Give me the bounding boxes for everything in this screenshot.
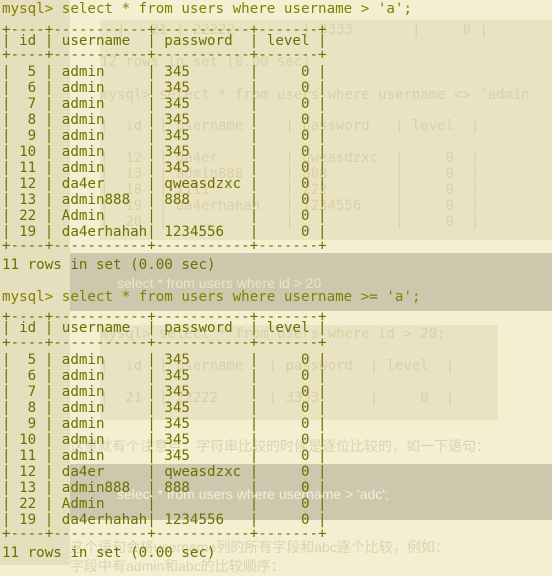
table-row: | 8 | admin | 345 | 0 | bbox=[2, 400, 327, 416]
result-footer-2: 11 rows in set (0.00 sec) bbox=[2, 545, 216, 561]
table-header: | id | username | password | level | bbox=[2, 320, 327, 336]
table-row: | 8 | admin | 345 | 0 | bbox=[2, 112, 327, 128]
table-row: | 13 | admin888 | 888 | 0 | bbox=[2, 480, 327, 496]
table-row: | 12 | da4er | qweasdzxc | 0 | bbox=[2, 176, 327, 192]
table-row: | 10 | admin | 345 | 0 | bbox=[2, 432, 327, 448]
table-row: | 11 | admin | 345 | 0 | bbox=[2, 160, 327, 176]
table-row: | 5 | admin | 345 | 0 | bbox=[2, 64, 327, 80]
table-row: | 22 | Admin | | 0 | bbox=[2, 208, 327, 224]
query-prompt-2: mysql> select * from users where usernam… bbox=[2, 289, 421, 305]
table-border: +----+-----------+-----------+-------+ bbox=[2, 47, 327, 63]
table-row: | 22 | Admin | | 0 | bbox=[2, 496, 327, 512]
table-row: | 10 | admin | 345 | 0 | bbox=[2, 144, 327, 160]
table-row: | 9 | admin | 345 | 0 | bbox=[2, 128, 327, 144]
table-row: | 6 | admin | 345 | 0 | bbox=[2, 80, 327, 96]
table-border: +----+-----------+-----------+-------+ bbox=[2, 526, 327, 542]
table-border: +----+-----------+-----------+-------+ bbox=[2, 335, 327, 351]
table-row: | 9 | admin | 345 | 0 | bbox=[2, 416, 327, 432]
table-row: | 13 | admin888 | 888 | 0 | bbox=[2, 192, 327, 208]
table-row: | 5 | admin | 345 | 0 | bbox=[2, 352, 327, 368]
table-row: | 7 | admin | 345 | 0 | bbox=[2, 384, 327, 400]
table-border: +----+-----------+-----------+-------+ bbox=[2, 238, 327, 254]
query-prompt-1: mysql> select * from users where usernam… bbox=[2, 1, 412, 17]
table-row: | 6 | admin | 345 | 0 | bbox=[2, 368, 327, 384]
table-row: | 12 | da4er | qweasdzxc | 0 | bbox=[2, 464, 327, 480]
table-row: | 7 | admin | 345 | 0 | bbox=[2, 96, 327, 112]
result-footer-1: 11 rows in set (0.00 sec) bbox=[2, 257, 216, 273]
table-row: | 11 | admin | 345 | 0 | bbox=[2, 448, 327, 464]
